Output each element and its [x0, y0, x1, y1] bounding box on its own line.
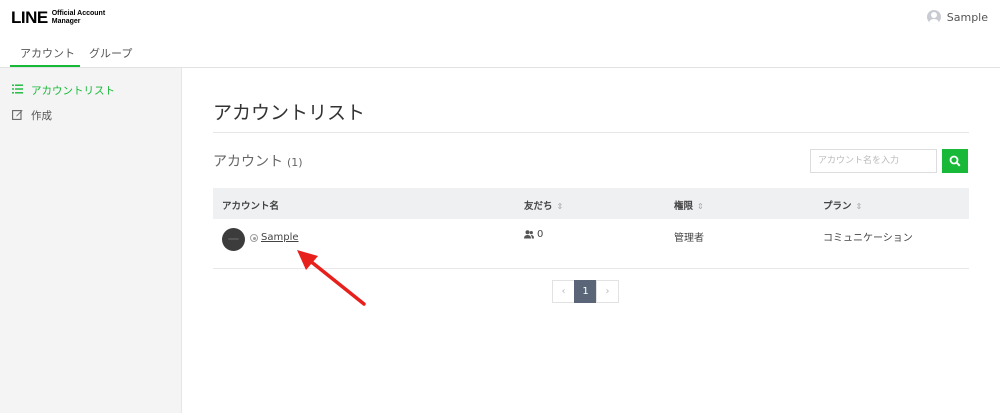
top-tabs: アカウント グループ	[0, 38, 1000, 68]
friends-count: 0	[524, 229, 543, 240]
pagination-page-button[interactable]: 1	[574, 280, 597, 303]
sidebar-item-label: アカウントリスト	[31, 85, 115, 97]
list-icon	[12, 84, 25, 97]
column-header-account-name: アカウント名	[222, 201, 280, 212]
sidebar: アカウントリスト 作成	[0, 68, 182, 413]
top-bar: LINE Official Account Manager Sample	[0, 0, 1000, 38]
search-icon	[949, 155, 961, 167]
main-content: アカウントリスト アカウント (1) アカウント名 友だち⇕ 権限⇕ プラン⇕ S…	[183, 68, 1000, 413]
account-search-input[interactable]	[810, 149, 937, 173]
section-title: アカウント (1)	[213, 151, 303, 171]
title-divider	[213, 132, 969, 133]
account-count: (1)	[287, 156, 303, 169]
tab-group[interactable]: グループ	[89, 45, 132, 61]
sidebar-item-account-list[interactable]: アカウントリスト	[12, 83, 115, 98]
tab-account[interactable]: アカウント	[20, 45, 75, 61]
user-avatar-icon	[926, 10, 941, 24]
plan-cell: コミュニケーション	[823, 233, 913, 244]
column-header-role[interactable]: 権限 ⇕	[674, 198, 704, 212]
search-button[interactable]	[942, 149, 968, 173]
logo-subtitle: Official Account Manager	[51, 10, 106, 25]
role-cell: 管理者	[674, 233, 704, 244]
account-avatar[interactable]	[222, 228, 245, 251]
table-row: Sample 0 管理者 コミュニケーション	[213, 219, 969, 269]
column-header-friends[interactable]: 友だち ⇕	[524, 198, 563, 212]
logo-wordmark: LINE	[11, 8, 48, 27]
table-header: アカウント名 友だち ⇕ 権限 ⇕ プラン ⇕	[213, 188, 969, 219]
account-badge-icon	[250, 234, 258, 242]
page-title: アカウントリスト	[213, 102, 366, 124]
section-title-text: アカウント	[213, 154, 283, 170]
column-header-plan[interactable]: プラン ⇕	[823, 198, 862, 212]
edit-icon	[12, 109, 25, 123]
user-menu[interactable]: Sample	[926, 10, 988, 24]
friends-icon	[524, 230, 534, 239]
sort-icon: ⇕	[556, 202, 564, 211]
account-name-link[interactable]: Sample	[261, 232, 299, 243]
pagination-next-button[interactable]: ›	[596, 280, 619, 303]
user-name: Sample	[946, 10, 988, 24]
sidebar-item-create[interactable]: 作成	[12, 108, 52, 123]
active-tab-indicator	[10, 65, 80, 67]
line-logo[interactable]: LINE Official Account Manager	[11, 9, 112, 26]
pagination-prev-button[interactable]: ‹	[552, 280, 575, 303]
sidebar-item-label: 作成	[31, 110, 52, 122]
pagination: ‹ 1 ›	[552, 280, 619, 303]
sort-icon: ⇕	[697, 202, 704, 211]
sort-icon: ⇕	[855, 202, 863, 211]
